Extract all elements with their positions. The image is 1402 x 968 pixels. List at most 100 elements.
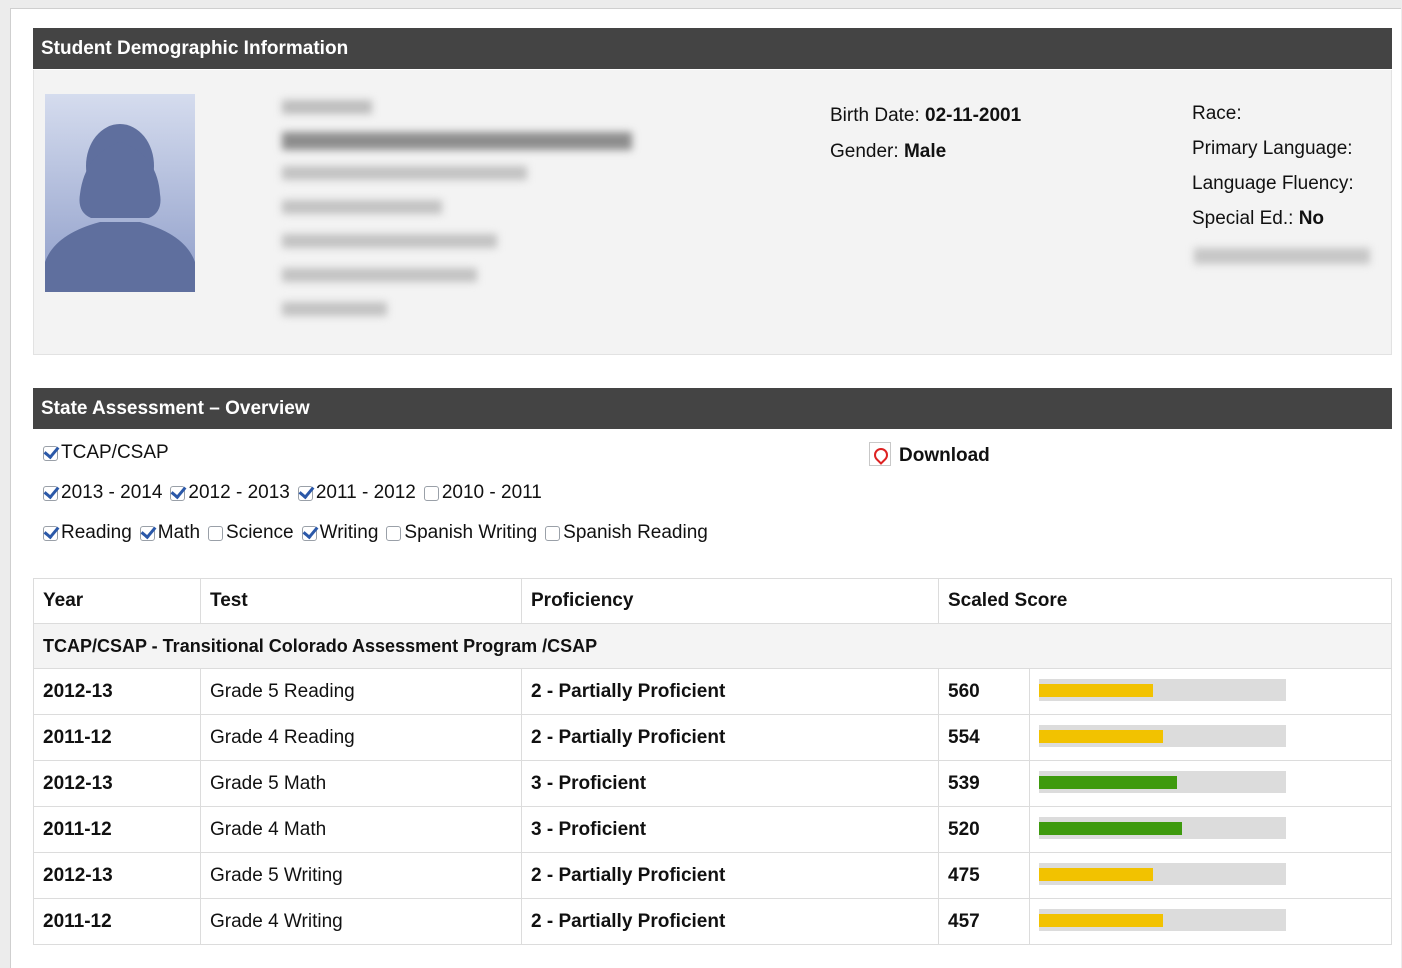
table-header-row: Year Test Proficiency Scaled Score	[33, 578, 1392, 624]
test-cell: Grade 4 Math	[200, 806, 522, 853]
year-filter-option[interactable]: 2013 - 2014	[43, 482, 162, 503]
year-cell: 2011-12	[33, 806, 201, 853]
score-bar-track	[1039, 817, 1286, 839]
year-filter-option[interactable]: 2011 - 2012	[297, 482, 416, 503]
demographics-header: Student Demographic Information	[33, 28, 1392, 69]
year-cell: 2012-13	[33, 668, 201, 715]
score-cell: 475	[938, 852, 1030, 899]
redacted-student-info	[282, 100, 632, 316]
score-bar-cell	[1029, 852, 1392, 899]
year-filter-option[interactable]: 2010 - 2011	[423, 482, 542, 503]
subject-filter-checkbox[interactable]	[301, 526, 317, 541]
subject-filter-option[interactable]: Writing	[301, 522, 379, 543]
table-row: 2012-13 Grade 5 Reading 2 - Partially Prof…	[33, 668, 1392, 715]
score-bar-fill	[1039, 776, 1178, 789]
score-cell: 457	[938, 898, 1030, 945]
gender: Gender: Male	[830, 141, 947, 162]
student-photo-placeholder	[45, 94, 195, 292]
year-cell: 2011-12	[33, 714, 201, 761]
table-row: 2011-12 Grade 4 Reading 2 - Partially Prof…	[33, 714, 1392, 761]
year-filter-checkbox[interactable]	[297, 486, 313, 501]
column-header-year[interactable]: Year	[33, 578, 201, 624]
proficiency-cell: 2 - Partially Proficient	[521, 714, 939, 761]
score-cell: 539	[938, 760, 1030, 807]
score-bar-track	[1039, 725, 1286, 747]
year-filter-checkbox[interactable]	[43, 486, 58, 501]
year-cell: 2012-13	[33, 760, 201, 807]
score-cell: 520	[938, 806, 1030, 853]
score-bar-fill	[1039, 684, 1153, 697]
score-bar-fill	[1039, 868, 1153, 881]
proficiency-cell: 3 - Proficient	[521, 760, 939, 807]
proficiency-cell: 2 - Partially Proficient	[521, 898, 939, 945]
year-filter-row: 2013 - 2014 2012 - 2013 2011 - 2012 2010 - …	[43, 482, 550, 504]
score-bar-cell	[1029, 668, 1392, 715]
year-filter-checkbox[interactable]	[423, 486, 439, 501]
score-bar-track	[1039, 909, 1286, 931]
table-group-row: TCAP/CSAP - Transitional Colorado Assess…	[33, 623, 1392, 669]
pdf-icon	[869, 442, 891, 466]
assessment-table: Year Test Proficiency Scaled Score TCAP/…	[33, 578, 1392, 945]
test-cell: Grade 5 Math	[200, 760, 522, 807]
subject-filter-row: Reading Math Science Writing Spanish Writing…	[43, 522, 716, 544]
subject-filter-option[interactable]: Spanish Reading	[545, 522, 708, 543]
year-filter-label: 2011 - 2012	[315, 482, 416, 503]
year-filter-label: 2013 - 2014	[61, 482, 163, 503]
subject-filter-checkbox[interactable]	[386, 526, 402, 541]
group-label: TCAP/CSAP - Transitional Colorado Assess…	[33, 623, 1392, 669]
primary-language: Primary Language:	[1192, 138, 1353, 159]
table-row: 2012-13 Grade 5 Math 3 - Proficient 539	[33, 760, 1392, 807]
test-filter-row: TCAP/CSAP	[43, 442, 177, 464]
column-header-test[interactable]: Test	[200, 578, 522, 624]
score-bar-track	[1039, 679, 1286, 701]
year-filter-checkbox[interactable]	[170, 486, 186, 501]
year-cell: 2011-12	[33, 898, 201, 945]
score-cell: 554	[938, 714, 1030, 761]
demographics-panel: Birth Date: 02-11-2001 Gender: Male Race…	[33, 70, 1392, 355]
assessment-header: State Assessment – Overview	[33, 388, 1392, 429]
year-filter-option[interactable]: 2012 - 2013	[170, 482, 290, 503]
special-ed: Special Ed.: No	[1192, 208, 1325, 229]
score-bar-cell	[1029, 898, 1392, 945]
year-filter-label: 2012 - 2013	[188, 482, 290, 503]
column-header-scaled-score[interactable]: Scaled Score	[938, 578, 1392, 624]
proficiency-cell: 2 - Partially Proficient	[521, 852, 939, 899]
score-bar-cell	[1029, 760, 1392, 807]
score-bar-fill	[1039, 822, 1183, 835]
subject-filter-option[interactable]: Math	[139, 522, 200, 543]
year-cell: 2012-13	[33, 852, 201, 899]
subject-filter-label: Science	[226, 522, 294, 543]
language-fluency: Language Fluency:	[1192, 173, 1354, 194]
score-bar-fill	[1039, 914, 1163, 927]
race: Race:	[1192, 103, 1242, 124]
test-cell: Grade 4 Writing	[200, 898, 522, 945]
test-cell: Grade 5 Writing	[200, 852, 522, 899]
subject-filter-label: Writing	[319, 522, 379, 543]
birth-date: Birth Date: 02-11-2001	[830, 105, 1022, 126]
table-row: 2011-12 Grade 4 Writing 2 - Partially Prof…	[33, 898, 1392, 945]
subject-filter-option[interactable]: Spanish Writing	[386, 522, 537, 543]
redacted-student-id	[1194, 248, 1370, 264]
report-page: Student Demographic Information Birth Da…	[10, 8, 1401, 968]
score-bar-fill	[1039, 730, 1163, 743]
subject-filter-option[interactable]: Reading	[43, 522, 132, 543]
score-bar-cell	[1029, 714, 1392, 761]
subject-filter-checkbox[interactable]	[139, 526, 155, 541]
subject-filter-label: Reading	[61, 522, 132, 543]
year-filter-label: 2010 - 2011	[441, 482, 542, 503]
test-filter-option[interactable]: TCAP/CSAP	[43, 442, 169, 463]
subject-filter-checkbox[interactable]	[208, 526, 224, 541]
score-bar-track	[1039, 771, 1286, 793]
subject-filter-label: Spanish Writing	[404, 522, 538, 543]
score-bar-track	[1039, 863, 1286, 885]
column-header-proficiency[interactable]: Proficiency	[521, 578, 939, 624]
download-link[interactable]: Download	[869, 442, 990, 467]
subject-filter-label: Spanish Reading	[563, 522, 708, 543]
proficiency-cell: 3 - Proficient	[521, 806, 939, 853]
test-filter-checkbox[interactable]	[43, 446, 58, 461]
subject-filter-checkbox[interactable]	[43, 526, 58, 541]
score-cell: 560	[938, 668, 1030, 715]
subject-filter-checkbox[interactable]	[545, 526, 561, 541]
test-cell: Grade 5 Reading	[200, 668, 522, 715]
subject-filter-option[interactable]: Science	[208, 522, 294, 543]
